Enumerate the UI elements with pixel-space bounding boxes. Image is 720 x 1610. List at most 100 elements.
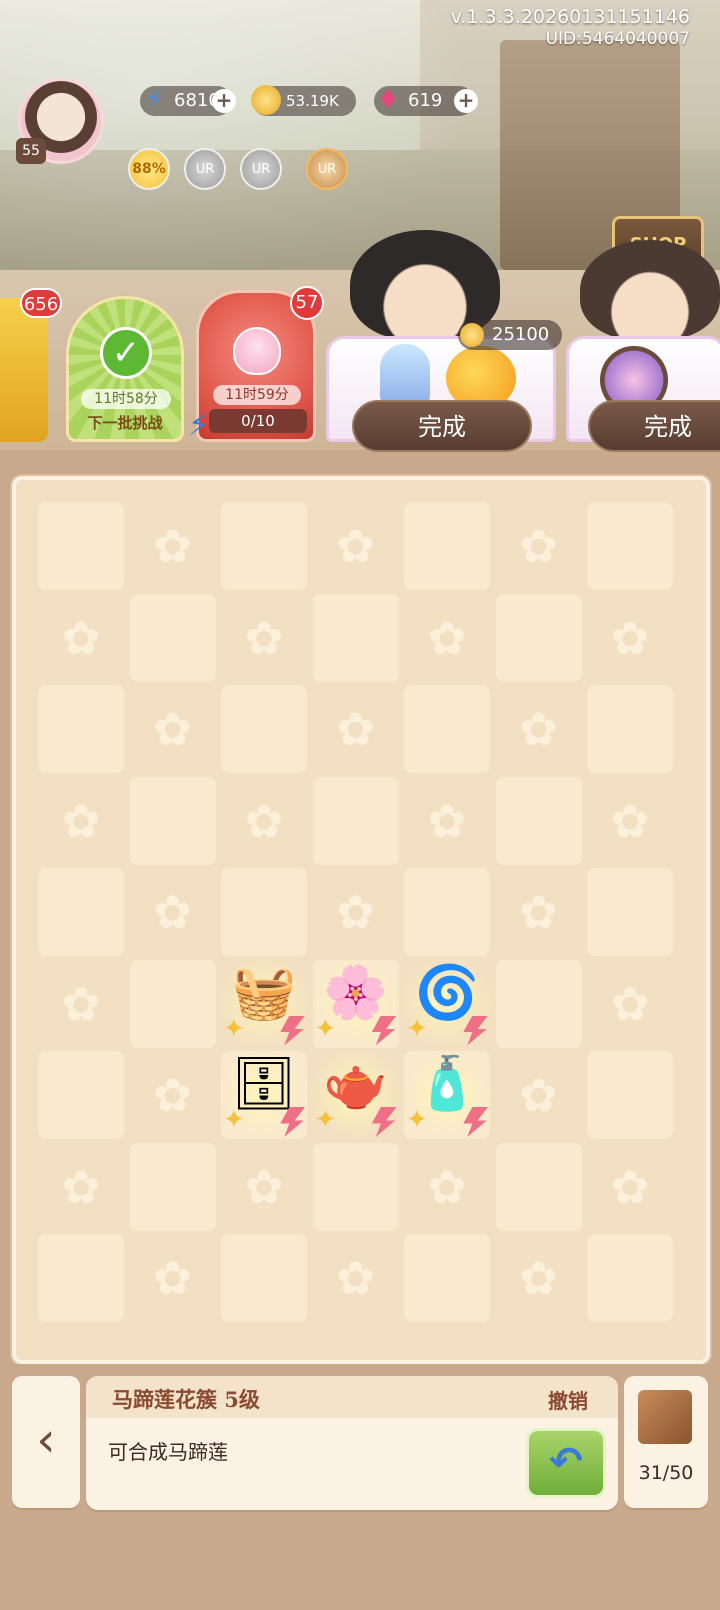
- board-cell[interactable]: ✿: [587, 960, 673, 1048]
- board-cell[interactable]: ✿: [313, 868, 399, 956]
- board-cell[interactable]: [312, 593, 399, 682]
- board-cell[interactable]: ✿: [404, 1143, 490, 1231]
- board-cell[interactable]: [404, 1234, 490, 1322]
- flower-pattern-icon: ✿: [610, 793, 650, 848]
- board-cell[interactable]: [129, 593, 216, 682]
- board-cell[interactable]: ✿: [313, 685, 399, 773]
- board-cell[interactable]: [38, 502, 124, 590]
- board-cell[interactable]: [404, 868, 490, 956]
- board-cell[interactable]: [404, 685, 490, 773]
- sparkle-icon: ✦: [406, 1013, 428, 1044]
- storage-count: 31/50: [638, 1462, 694, 1484]
- board-cell[interactable]: ✿: [313, 1234, 399, 1322]
- coin-icon: [460, 323, 484, 347]
- challenge-card[interactable]: ✓ 11时58分 下一批挑战: [66, 296, 184, 442]
- board-item-perfume-bottle[interactable]: 🧴 ✦: [400, 1047, 494, 1141]
- board-item-flower-cage[interactable]: 🌸 ✦: [308, 955, 403, 1050]
- board-cell[interactable]: ✿: [496, 868, 582, 956]
- flower-pattern-icon: ✿: [336, 885, 375, 939]
- board-cell[interactable]: ✿: [313, 502, 399, 590]
- board-cell[interactable]: ✿: [130, 502, 216, 590]
- board-cell[interactable]: [495, 1142, 582, 1231]
- sparkle-icon: ✦: [406, 1105, 428, 1135]
- board-cell[interactable]: ✿: [587, 1143, 673, 1231]
- ur-badge-2[interactable]: UR: [240, 148, 282, 190]
- board-cell[interactable]: [38, 685, 124, 773]
- board-cell[interactable]: [587, 868, 673, 956]
- board-cell[interactable]: ✿: [587, 777, 673, 865]
- board-cell[interactable]: ✿: [221, 594, 307, 682]
- board-cell[interactable]: [312, 1142, 399, 1231]
- flower-pattern-icon: ✿: [427, 793, 467, 848]
- board-cell[interactable]: ✿: [130, 1051, 216, 1139]
- board-cell[interactable]: ✿: [496, 685, 582, 773]
- board-cell[interactable]: [587, 1051, 673, 1139]
- order-reward: 25100: [458, 320, 562, 350]
- storage-box-button[interactable]: 31/50: [624, 1376, 708, 1508]
- box-icon: [638, 1390, 692, 1444]
- lightning-icon: ⚡: [144, 85, 164, 115]
- add-gems-button[interactable]: +: [454, 89, 478, 113]
- undo-label[interactable]: 撤销: [548, 1385, 588, 1414]
- board-cell[interactable]: [129, 776, 216, 865]
- flower-pattern-icon: ✿: [610, 610, 650, 665]
- back-button[interactable]: ‹: [12, 1376, 80, 1508]
- lightning-icon: ⚡: [188, 408, 210, 443]
- customer-character-2: [580, 240, 720, 340]
- board-cell[interactable]: [587, 502, 673, 590]
- board-cell[interactable]: [495, 776, 582, 865]
- ur-badge-1[interactable]: UR: [184, 148, 226, 190]
- complete-order-button-1[interactable]: 完成: [352, 400, 532, 452]
- board-cell[interactable]: [495, 593, 582, 682]
- item-title: 马蹄莲花簇 5级: [112, 1387, 260, 1412]
- board-cell[interactable]: [404, 502, 490, 590]
- board-cell[interactable]: [129, 1142, 216, 1231]
- gem-icon: ♦: [376, 85, 400, 115]
- flower-pattern-icon: ✿: [61, 1159, 101, 1214]
- complete-order-button-2[interactable]: 完成: [588, 400, 720, 452]
- boost-up-badge[interactable]: 88%: [128, 148, 170, 190]
- board-cell[interactable]: ✿: [221, 1143, 307, 1231]
- board-cell[interactable]: [221, 502, 307, 590]
- board-cell[interactable]: [38, 1234, 124, 1322]
- board-cell[interactable]: [587, 685, 673, 773]
- merge-board: ✿✿✿✿✿✿✿✿✿✿✿✿✿✿✿✿✿✿✿✿✿✿✿✿✿✿✿✿✿✿✿🧺✦🌸✦🌀✦🗄✦🫖…: [12, 476, 710, 1364]
- board-cell[interactable]: ✿: [496, 1234, 582, 1322]
- undo-button[interactable]: ↶: [526, 1428, 606, 1498]
- board-cell[interactable]: ✿: [587, 594, 673, 682]
- board-cell[interactable]: ✿: [404, 777, 490, 865]
- board-cell[interactable]: ✿: [221, 777, 307, 865]
- board-item-red-teapot[interactable]: 🫖 ✦: [308, 1047, 403, 1141]
- board-item-golden-cabinet[interactable]: 🗄 ✦: [217, 1047, 311, 1141]
- board-cell[interactable]: ✿: [496, 502, 582, 590]
- board-cell[interactable]: ✿: [404, 594, 490, 682]
- flower-pattern-icon: ✿: [427, 1159, 467, 1214]
- board-cell[interactable]: [221, 868, 307, 956]
- board-item-galaxy-swirl[interactable]: 🌀 ✦: [400, 955, 494, 1050]
- board-cell[interactable]: ✿: [38, 594, 124, 682]
- add-energy-button[interactable]: +: [212, 89, 236, 113]
- board-cell[interactable]: ✿: [130, 685, 216, 773]
- board-cell[interactable]: [221, 685, 307, 773]
- ur-badge-3[interactable]: UR: [306, 148, 348, 190]
- board-cell[interactable]: [587, 1234, 673, 1322]
- board-cell[interactable]: ✿: [130, 1234, 216, 1322]
- flower-pattern-icon: ✿: [153, 1068, 192, 1122]
- board-cell[interactable]: ✿: [38, 777, 124, 865]
- board-cell[interactable]: [38, 1051, 124, 1139]
- coin-counter[interactable]: 53.19K: [251, 85, 356, 116]
- gem-counter[interactable]: ♦ 619 +: [374, 85, 478, 116]
- board-item-gift-basket[interactable]: 🧺 ✦: [217, 955, 311, 1050]
- board-cell[interactable]: ✿: [496, 1051, 582, 1139]
- board-cell[interactable]: [129, 959, 216, 1048]
- energy-counter[interactable]: ⚡ 6810 +: [140, 85, 236, 116]
- board-cell[interactable]: [38, 868, 124, 956]
- board-cell[interactable]: ✿: [130, 868, 216, 956]
- board-cell[interactable]: ✿: [38, 960, 124, 1048]
- gem-value: 619: [408, 90, 443, 111]
- board-cell[interactable]: [312, 776, 399, 865]
- flower-pattern-icon: ✿: [61, 610, 101, 665]
- board-cell[interactable]: [495, 959, 582, 1048]
- board-cell[interactable]: [221, 1234, 307, 1322]
- board-cell[interactable]: ✿: [38, 1143, 124, 1231]
